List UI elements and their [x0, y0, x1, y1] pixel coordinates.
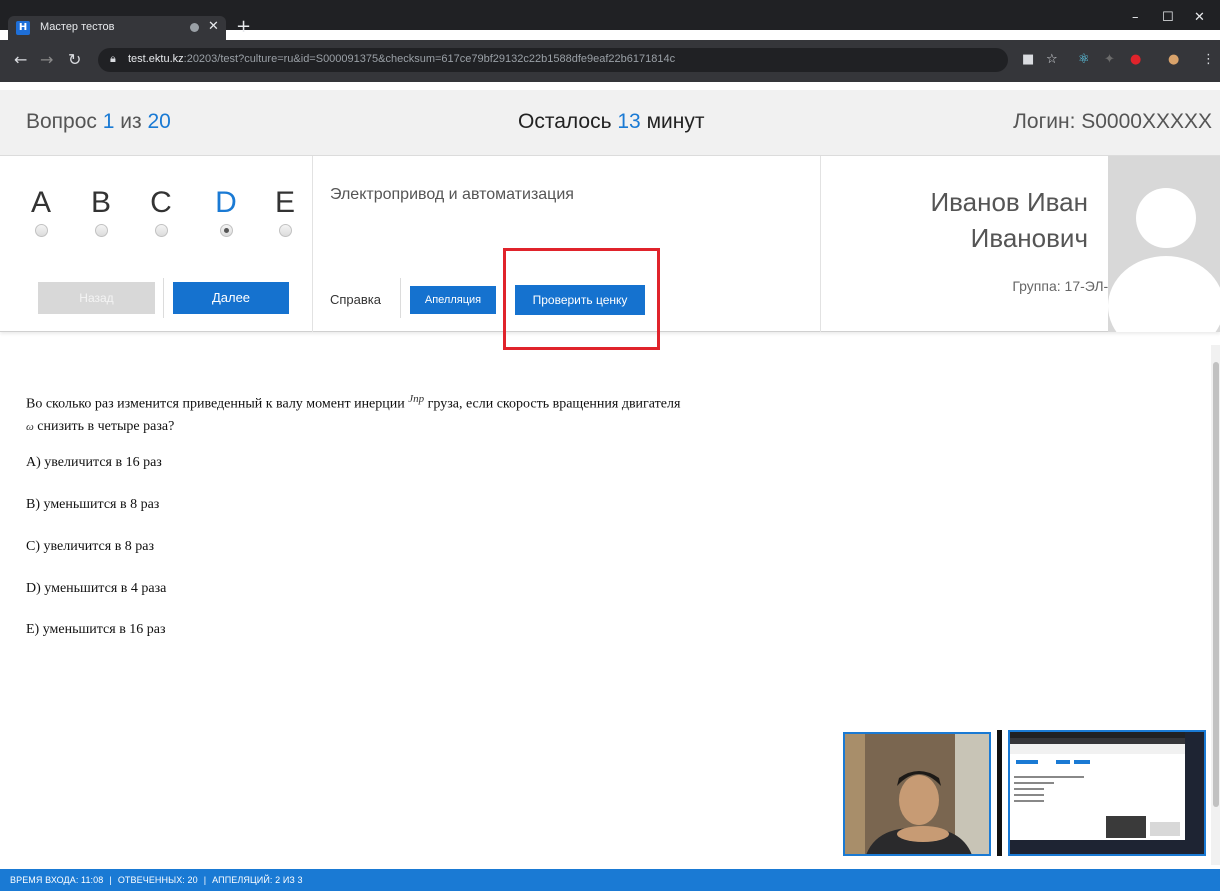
answer-option-d[interactable]: D: [211, 186, 241, 237]
site-favicon-icon: H: [16, 21, 30, 35]
avatar: [1108, 156, 1220, 332]
minimize-icon[interactable]: –: [1132, 10, 1139, 25]
highlight-box: [503, 248, 660, 350]
profile-avatar-icon[interactable]: ●: [1168, 52, 1179, 67]
appeals-count: АППЕЛЯЦИЙ: 2 ИЗ 3: [212, 875, 303, 885]
answer-option-a[interactable]: A: [26, 186, 56, 237]
user-silhouette-icon: [1108, 188, 1220, 332]
maximize-icon[interactable]: ☐: [1162, 10, 1174, 25]
radio-c[interactable]: [154, 224, 168, 237]
ublock-extension-icon[interactable]: ●: [1130, 52, 1141, 67]
window-close-icon[interactable]: ✕: [1194, 10, 1205, 25]
url-field[interactable]: 🔒︎ test.ektu.kz:20203/test?culture=ru&id…: [98, 48, 1008, 72]
tab-close-icon[interactable]: ✕: [208, 19, 219, 34]
forward-arrow-icon[interactable]: →: [40, 50, 53, 69]
url-path: :20203/test?culture=ru&id=S000091375&che…: [183, 53, 676, 65]
browser-tab[interactable]: H Мастер тестов ✕: [8, 16, 226, 40]
divider: [163, 278, 164, 318]
status-footer: ВРЕМЯ ВХОДА: 11:08 | ОТВЕЧЕННЫХ: 20 | АППЕЛЯ…: [0, 869, 1220, 891]
screen-share-preview: [1008, 730, 1206, 856]
divider: [820, 156, 821, 332]
new-tab-icon[interactable]: +: [236, 16, 251, 38]
tab-title: Мастер тестов: [40, 21, 115, 33]
inertia-symbol: Jпр: [408, 393, 425, 405]
question-total: 20: [147, 110, 171, 133]
radio-d[interactable]: [219, 224, 233, 237]
question-counter: Вопрос 1 из 20: [26, 110, 171, 133]
help-link[interactable]: Справка: [330, 292, 381, 307]
reload-icon[interactable]: ↻: [68, 50, 81, 69]
extension-icon[interactable]: ✦: [1104, 52, 1115, 67]
recording-dot-icon: [190, 23, 199, 32]
answer-item: A) увеличится в 16 раз: [26, 455, 162, 470]
divider: [997, 730, 1002, 856]
student-name: Иванов Иван Иванович: [930, 187, 1088, 253]
browser-tab-bar: H Мастер тестов ✕ + – ☐ ✕: [0, 0, 1220, 40]
entry-time: ВРЕМЯ ВХОДА: 11:08: [10, 875, 104, 885]
question-text: Во сколько раз изменится приведенный к в…: [26, 393, 681, 434]
subject-title: Электропривод и автоматизация: [330, 186, 574, 203]
react-extension-icon[interactable]: ⚛: [1078, 52, 1090, 67]
answered-count: ОТВЕЧЕННЫХ: 20: [117, 875, 198, 885]
webcam-preview: [843, 732, 991, 856]
login-label: Логин: S0000XXXXX: [1013, 110, 1212, 133]
control-panel: A B C D E Назад Далее Электропривод и ав…: [0, 156, 1220, 350]
scrollbar-thumb[interactable]: [1213, 362, 1219, 807]
answer-item: C) увеличится в 8 раз: [26, 539, 155, 554]
time-remaining: Осталось 13 минут: [518, 110, 705, 133]
lock-icon: 🔒︎: [110, 52, 116, 65]
radio-b[interactable]: [94, 224, 108, 237]
screen-thumbnail-image: [1010, 732, 1204, 854]
menu-dots-icon[interactable]: ⋮: [1202, 52, 1215, 67]
url-host: test.ektu.kz: [128, 53, 184, 65]
answer-option-b[interactable]: B: [86, 186, 116, 237]
omega-symbol: ω: [26, 420, 34, 433]
test-header: Вопрос 1 из 20 Осталось 13 минут Логин: …: [0, 90, 1220, 156]
camera-indicator-icon[interactable]: ■: [1022, 52, 1034, 67]
answer-option-c[interactable]: C: [146, 186, 176, 237]
minutes-left: 13: [617, 110, 641, 133]
radio-e[interactable]: [278, 224, 292, 237]
appeal-button[interactable]: Апелляция: [410, 286, 496, 314]
answer-item: B) уменьшится в 8 раз: [26, 497, 160, 512]
bookmark-star-icon[interactable]: ☆: [1046, 52, 1058, 67]
webcam-person-image: [845, 734, 989, 854]
answer-item: D) уменьшится в 4 раза: [26, 581, 167, 596]
divider: [400, 278, 401, 318]
back-button[interactable]: Назад: [38, 282, 155, 314]
divider: [312, 156, 313, 332]
address-bar-row: ← → ↻ 🔒︎ test.ektu.kz:20203/test?culture…: [0, 40, 1220, 82]
answer-item: E) уменьшится в 16 раз: [26, 622, 166, 637]
question-current: 1: [102, 110, 115, 133]
back-arrow-icon[interactable]: ←: [14, 50, 27, 69]
student-group: Группа: 17-ЭЛ-1: [1012, 278, 1116, 294]
next-button[interactable]: Далее: [173, 282, 289, 314]
answer-option-e[interactable]: E: [270, 186, 300, 237]
radio-a[interactable]: [34, 224, 48, 237]
